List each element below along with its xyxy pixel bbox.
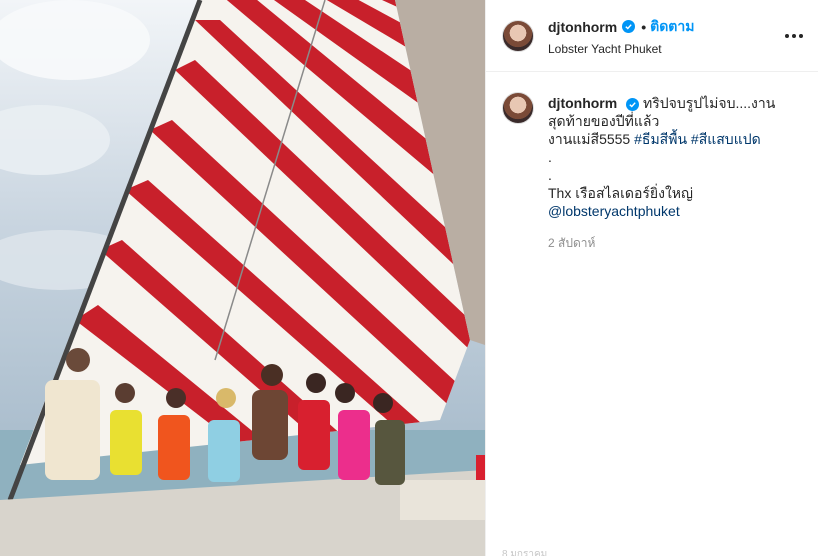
location-link[interactable]: Lobster Yacht Phuket xyxy=(548,42,782,56)
caption-username[interactable]: djtonhorm xyxy=(548,95,617,111)
photo-yacht-sail xyxy=(0,0,485,556)
caption-line-1: ทริปจบรูปไม่จบ....งาน xyxy=(643,95,776,111)
hashtag-link[interactable]: #ธีมสีพื้น xyxy=(634,131,687,147)
caption: djtonhorm ทริปจบรูปไม่จบ....งาน สุดท้ายข… xyxy=(486,72,818,252)
follow-button[interactable]: ติดตาม xyxy=(650,16,694,38)
post-photo[interactable] xyxy=(0,0,485,556)
post-side-panel: djtonhorm • ติดตาม Lobster Yacht Phuket … xyxy=(485,0,818,556)
header-name-row: djtonhorm • ติดตาม xyxy=(548,16,782,38)
post-timestamp[interactable]: 2 สัปดาห์ xyxy=(548,234,775,252)
separator-dot: • xyxy=(641,18,647,35)
verified-badge-icon xyxy=(622,20,636,33)
mention-link[interactable]: @lobsteryachtphuket xyxy=(548,202,775,220)
instagram-post: djtonhorm • ติดตาม Lobster Yacht Phuket … xyxy=(0,0,818,556)
header-text: djtonhorm • ติดตาม Lobster Yacht Phuket xyxy=(548,16,782,56)
more-options-icon[interactable] xyxy=(782,24,806,48)
caption-line-2: สุดท้ายของปีที่แล้ว xyxy=(548,113,660,129)
caption-line-3: งานแม่สี5555 xyxy=(548,131,631,147)
hashtag-link[interactable]: #สีแสบแปด xyxy=(691,131,761,147)
avatar[interactable] xyxy=(502,19,534,52)
caption-avatar[interactable] xyxy=(502,92,534,124)
caption-dot-line: . xyxy=(548,167,552,183)
caption-body: djtonhorm ทริปจบรูปไม่จบ....งาน สุดท้ายข… xyxy=(548,94,775,252)
username-link[interactable]: djtonhorm xyxy=(548,19,617,35)
caption-thanks-line: Thx เรือสไลเดอร์ยิ่งใหญ่ xyxy=(548,185,693,201)
verified-badge-icon xyxy=(626,98,640,111)
footer-date-stub: 8 มกราคม xyxy=(502,549,548,556)
post-header: djtonhorm • ติดตาม Lobster Yacht Phuket xyxy=(486,0,818,72)
caption-dot-line: . xyxy=(548,149,552,165)
